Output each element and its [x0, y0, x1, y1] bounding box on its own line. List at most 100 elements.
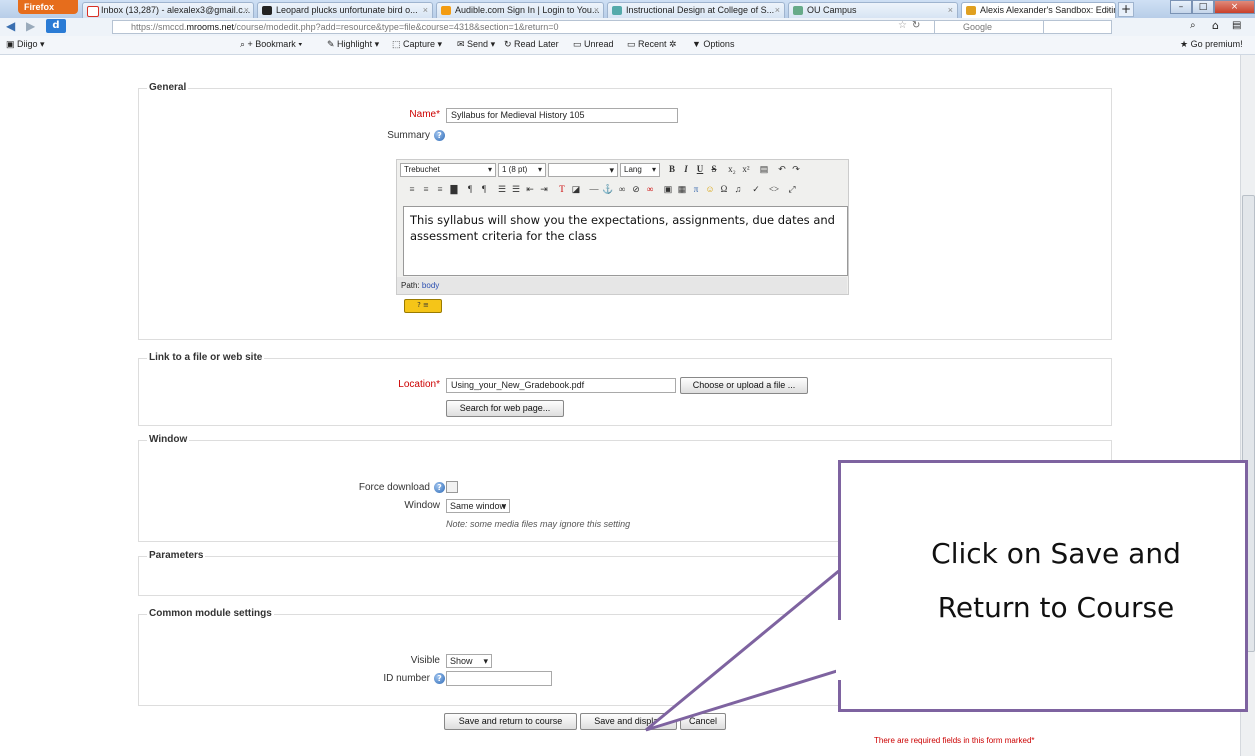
save-and-return-button[interactable]: Save and return to course — [444, 713, 577, 730]
diigo-icon[interactable]: d — [46, 19, 66, 33]
path-body-link[interactable]: body — [422, 281, 439, 290]
capture-button[interactable]: ⬚ Capture ▾ — [392, 39, 442, 50]
italic-icon[interactable]: I — [680, 163, 692, 175]
close-icon[interactable]: × — [1106, 3, 1111, 17]
search-input[interactable]: Google — [934, 20, 1044, 34]
forward-icon[interactable]: ▶ — [26, 19, 35, 33]
tab-leopard[interactable]: Leopard plucks unfortunate bird o... × — [257, 2, 433, 18]
tab-instructional-design[interactable]: Instructional Design at College of S... … — [607, 2, 785, 18]
star-icon[interactable]: ☆ — [898, 20, 907, 31]
minimize-icon[interactable]: – — [1170, 0, 1192, 14]
size-select[interactable]: 1 (8 pt) ▾ — [498, 163, 546, 177]
bold-icon[interactable]: B — [666, 163, 678, 175]
diigo-toolbar-item[interactable]: ▣ Diigo ▾ — [6, 39, 45, 50]
outdent-icon[interactable]: ⇤ — [524, 183, 536, 195]
close-icon[interactable]: × — [775, 3, 780, 17]
maximize-icon[interactable]: □ — [1192, 0, 1214, 14]
read-later-button[interactable]: ↻ Read Later — [504, 39, 559, 50]
reload-icon[interactable]: ↻ — [912, 20, 920, 31]
tab-label: Leopard plucks unfortunate bird o... — [276, 5, 418, 15]
fullscreen-icon[interactable]: ⤢ — [786, 183, 798, 195]
recent-button[interactable]: ▭ Recent ✲ — [627, 39, 677, 50]
force-download-checkbox[interactable] — [446, 481, 458, 493]
send-button[interactable]: ✉ Send ▾ — [457, 39, 495, 50]
window-label: Window — [404, 500, 440, 511]
special-char-icon[interactable]: Ω — [718, 183, 730, 195]
align-center-icon[interactable]: ≡ — [420, 183, 432, 195]
table-icon[interactable]: ▦ — [676, 183, 688, 195]
horizontal-rule-icon[interactable]: — — [588, 183, 600, 195]
indent-icon[interactable]: ⇥ — [538, 183, 550, 195]
unlink-icon[interactable]: ⊘ — [630, 183, 642, 195]
editor-text-area[interactable]: This syllabus will show you the expectat… — [403, 206, 848, 276]
back-icon[interactable]: ◀ — [6, 19, 15, 33]
smiley-icon[interactable]: ☺ — [704, 183, 716, 195]
rtl-icon[interactable]: ¶ — [478, 183, 490, 195]
id-number-input[interactable] — [446, 671, 552, 686]
callout-line-1: Click on Save and — [931, 537, 1181, 570]
ordered-list-icon[interactable]: ☰ — [496, 183, 508, 195]
search-icon[interactable]: ⌕ — [1190, 20, 1196, 31]
font-select[interactable]: Trebuchet ▾ — [400, 163, 496, 177]
redo-icon[interactable]: ↷ — [790, 163, 802, 175]
options-button[interactable]: ▼ Options — [692, 39, 734, 49]
menu-icon[interactable]: ▤ — [1232, 20, 1241, 31]
choose-upload-button[interactable]: Choose or upload a file ... — [680, 377, 808, 394]
equation-icon[interactable]: π — [690, 183, 702, 195]
close-icon[interactable]: × — [948, 3, 953, 17]
common-legend: Common module settings — [147, 608, 274, 619]
link-icon[interactable]: ∞ — [616, 183, 628, 195]
lang-select[interactable]: Lang ▾ — [620, 163, 660, 177]
window-select[interactable]: Same window ▾ — [446, 499, 510, 513]
tab-sandbox[interactable]: Alexis Alexander's Sandbox: Editing... × — [961, 2, 1116, 18]
help-icon[interactable]: ? — [434, 482, 445, 493]
close-window-icon[interactable]: × — [1214, 0, 1255, 14]
callout-text: Click on Save and Return to Course — [856, 527, 1255, 635]
link-legend: Link to a file or web site — [147, 352, 265, 363]
search-placeholder: Google — [963, 22, 993, 32]
unordered-list-icon[interactable]: ☰ — [510, 183, 522, 195]
url-prefix: https://smccd. — [131, 22, 187, 32]
new-tab-button[interactable]: + — [1118, 2, 1134, 17]
undo-icon[interactable]: ↶ — [776, 163, 788, 175]
help-icon[interactable]: ? — [434, 673, 445, 684]
options-label: Options — [703, 39, 735, 49]
underline-icon[interactable]: U — [694, 163, 706, 175]
visible-select[interactable]: Show ▾ — [446, 654, 492, 668]
home-icon[interactable]: ⌂ — [1212, 19, 1219, 32]
align-left-icon[interactable]: ≡ — [406, 183, 418, 195]
anchor-icon[interactable]: ⚓ — [602, 183, 614, 195]
style-select[interactable]: ▾ — [548, 163, 618, 177]
help-icon[interactable]: ? — [434, 130, 445, 141]
align-right-icon[interactable]: ≡ — [434, 183, 446, 195]
text-color-icon[interactable]: T — [556, 183, 568, 195]
subscript-icon[interactable]: x₂ — [726, 163, 738, 175]
firefox-menu-button[interactable]: Firefox — [18, 0, 78, 14]
image-icon[interactable]: ▣ — [662, 183, 674, 195]
bookmark-button[interactable]: ⌕ + Bookmark ▾ — [240, 39, 302, 50]
strikethrough-icon[interactable]: S — [708, 163, 720, 175]
superscript-icon[interactable]: x² — [740, 163, 752, 175]
size-value: 1 (8 pt) — [502, 165, 528, 174]
unread-button[interactable]: ▭ Unread — [573, 39, 614, 50]
go-premium-link[interactable]: ★ Go premium! — [1180, 39, 1243, 50]
name-input[interactable]: Syllabus for Medieval History 105 — [446, 108, 678, 123]
close-icon[interactable]: × — [423, 3, 428, 17]
html-source-icon[interactable]: <> — [768, 183, 780, 195]
tab-audible[interactable]: Audible.com Sign In | Login to You... × — [436, 2, 604, 18]
tab-ou-campus[interactable]: OU Campus × — [788, 2, 958, 18]
location-input[interactable]: Using_your_New_Gradebook.pdf — [446, 378, 676, 393]
close-icon[interactable]: × — [594, 3, 599, 17]
search-web-page-button[interactable]: Search for web page... — [446, 400, 564, 417]
clean-icon[interactable]: ▤ — [758, 163, 770, 175]
highlight-button[interactable]: ✎ Highlight ▾ — [327, 39, 379, 50]
spellcheck-icon[interactable]: ✓ — [750, 183, 762, 195]
close-icon[interactable]: × — [244, 3, 249, 17]
media-icon[interactable]: ♫ — [732, 183, 744, 195]
justify-icon[interactable]: ▇ — [448, 183, 460, 195]
background-color-icon[interactable]: ◪ — [570, 183, 582, 195]
nolink-icon[interactable]: ∞ — [644, 183, 656, 195]
tab-gmail[interactable]: Inbox (13,287) - alexalex3@gmail.c... × — [82, 2, 254, 18]
editor-help-icon[interactable]: ? ≡ — [404, 299, 442, 313]
ltr-icon[interactable]: ¶ — [464, 183, 476, 195]
